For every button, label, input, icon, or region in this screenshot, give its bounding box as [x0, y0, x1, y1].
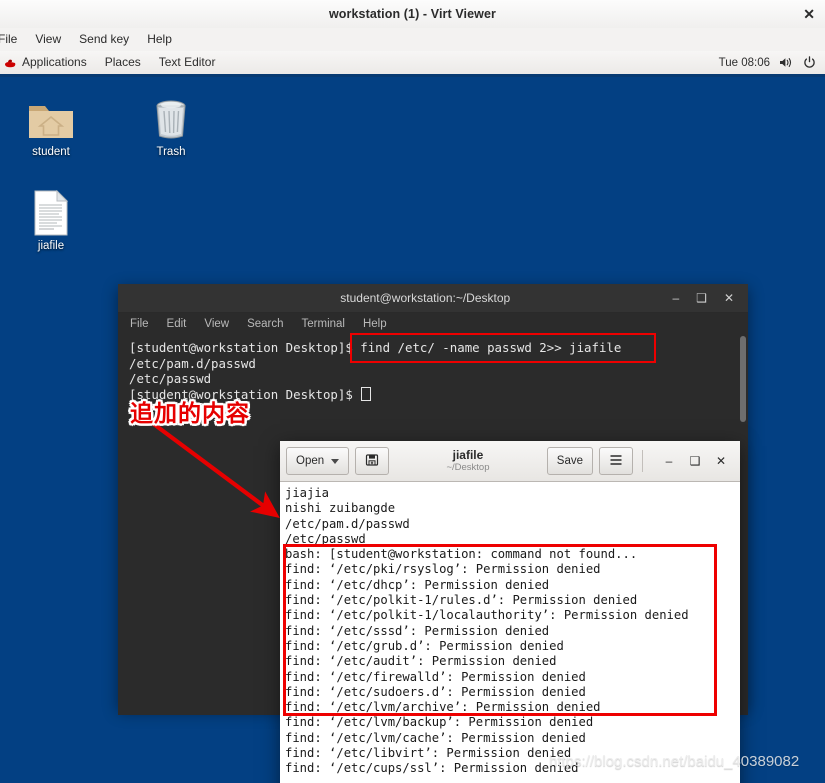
terminal-cursor [361, 386, 372, 401]
panel-label-applications: Applications [22, 55, 87, 69]
editor-line: find: ‘/etc/grub.d’: Permission denied [285, 638, 564, 653]
terminal-line: /etc/passwd [129, 371, 212, 386]
editor-document-title-area: jiafile ~/Desktop [395, 449, 541, 473]
editor-document-path: ~/Desktop [446, 461, 490, 473]
close-icon[interactable]: ✕ [724, 292, 734, 304]
maximize-icon[interactable]: ❑ [696, 292, 707, 304]
menu-item-help[interactable]: Help [138, 28, 181, 51]
desktop-icon-label: jiafile [37, 240, 65, 252]
terminal-title: student@workstation:~/Desktop [340, 291, 511, 305]
close-icon[interactable]: ✕ [708, 448, 734, 474]
window-title: workstation (1) - Virt Viewer [328, 7, 497, 21]
hamburger-menu-icon [609, 454, 623, 469]
menu-item-file[interactable]: File [0, 28, 26, 51]
panel-item-text-editor[interactable]: Text Editor [150, 51, 225, 74]
editor-line: find: ‘/etc/cups/ssl’: Permission denied [285, 761, 579, 776]
virt-viewer-menubar: File View Send key Help [0, 28, 825, 52]
terminal-menu-help[interactable]: Help [363, 318, 387, 330]
editor-document-name: jiafile [452, 449, 484, 463]
editor-line: jiajia [285, 486, 330, 500]
scrollbar-thumb[interactable] [740, 336, 746, 422]
desktop-icon-jiafile[interactable]: jiafile [6, 186, 96, 252]
terminal-menu-file[interactable]: File [130, 318, 149, 330]
panel-item-places[interactable]: Places [96, 51, 150, 74]
terminal-menu-terminal[interactable]: Terminal [302, 318, 345, 330]
editor-line: find: ‘/etc/polkit-1/rules.d’: Permissio… [285, 593, 638, 608]
maximize-icon[interactable]: ❑ [682, 448, 708, 474]
editor-content: jiajia nishi zuibangde /etc/pam.d/passwd… [280, 482, 740, 777]
text-editor-window: Open jiafile ~/Desktop Save – ❑ ✕ jiajia… [280, 441, 740, 783]
gnome-top-panel: Applications Places Text Editor Tue 08:0… [0, 51, 825, 75]
editor-line: find: ‘/etc/libvirt’: Permission denied [285, 746, 572, 761]
text-document-icon [6, 186, 96, 236]
terminal-output: [student@workstation Desktop]$ find /etc… [118, 340, 748, 402]
hamburger-menu-button[interactable] [599, 447, 633, 475]
editor-line: bash: [student@workstation: command not … [285, 547, 638, 562]
volume-icon[interactable] [779, 56, 794, 69]
terminal-menu-search[interactable]: Search [247, 318, 283, 330]
editor-line: find: ‘/etc/lvm/backup’: Permission deni… [285, 715, 594, 730]
desktop-icon-label: student [32, 146, 70, 158]
panel-item-applications[interactable]: Applications [0, 51, 96, 74]
trash-icon [126, 92, 216, 142]
terminal-line: /etc/pam.d/passwd [129, 355, 256, 371]
home-folder-icon [6, 92, 96, 142]
desktop-icon-label: Trash [156, 146, 186, 158]
terminal-scrollbar[interactable] [739, 334, 747, 715]
editor-line: find: ‘/etc/firewalld’: Permission denie… [285, 669, 586, 684]
desktop-icon-student[interactable]: student [6, 92, 96, 158]
editor-line: find: ‘/etc/dhcp’: Permission denied [285, 577, 550, 592]
editor-window-buttons: – ❑ ✕ [656, 448, 734, 474]
editor-line: /etc/passwd [285, 531, 366, 546]
editor-line: nishi zuibangde [285, 501, 396, 516]
minimize-icon[interactable]: – [656, 448, 682, 474]
terminal-line: [student@workstation Desktop]$ [129, 386, 361, 402]
editor-line: find: ‘/etc/polkit-1/localauthority’: Pe… [285, 608, 689, 623]
editor-text-area[interactable]: jiajia nishi zuibangde /etc/pam.d/passwd… [280, 482, 740, 783]
menu-item-send-key[interactable]: Send key [70, 28, 138, 51]
minimize-icon[interactable]: – [672, 292, 679, 304]
virt-viewer-titlebar: workstation (1) - Virt Viewer ✕ [0, 0, 825, 29]
editor-line: find: ‘/etc/sudoers.d’: Permission denie… [285, 684, 586, 699]
desktop-area: student Trash jiafile student@workstatio… [0, 74, 825, 783]
terminal-menu-view[interactable]: View [204, 318, 229, 330]
redhat-logo-icon [4, 58, 17, 68]
open-button[interactable]: Open [286, 447, 350, 475]
terminal-menubar: File Edit View Search Terminal Help [118, 313, 748, 334]
editor-line: find: ‘/etc/pki/rsyslog’: Permission den… [285, 562, 601, 577]
menu-item-view[interactable]: View [26, 28, 70, 51]
terminal-line: [student@workstation Desktop]$ find /etc… [129, 340, 622, 355]
close-icon[interactable]: ✕ [803, 7, 815, 21]
save-button-label: Save [556, 455, 583, 467]
editor-header-bar: Open jiafile ~/Desktop Save – ❑ ✕ [280, 441, 740, 482]
editor-line: /etc/pam.d/passwd [285, 516, 410, 531]
desktop-icon-trash[interactable]: Trash [126, 92, 216, 158]
new-document-icon [365, 453, 379, 470]
editor-line: find: ‘/etc/lvm/archive’: Permission den… [285, 700, 601, 715]
save-button[interactable]: Save [546, 447, 593, 475]
panel-clock[interactable]: Tue 08:06 [719, 57, 770, 69]
panel-status-area: Tue 08:06 [719, 56, 825, 69]
terminal-titlebar: student@workstation:~/Desktop – ❑ ✕ [118, 284, 748, 313]
chevron-down-icon [331, 458, 340, 464]
editor-line: find: ‘/etc/audit’: Permission denied [285, 654, 557, 669]
open-button-label: Open [296, 455, 325, 467]
editor-line: find: ‘/etc/lvm/cache’: Permission denie… [285, 730, 586, 745]
new-document-button[interactable] [355, 447, 390, 475]
power-icon[interactable] [803, 56, 816, 69]
terminal-menu-edit[interactable]: Edit [167, 318, 187, 330]
terminal-window-buttons: – ❑ ✕ [672, 292, 748, 304]
editor-line: find: ‘/etc/sssd’: Permission denied [285, 623, 550, 638]
header-divider [642, 450, 643, 472]
